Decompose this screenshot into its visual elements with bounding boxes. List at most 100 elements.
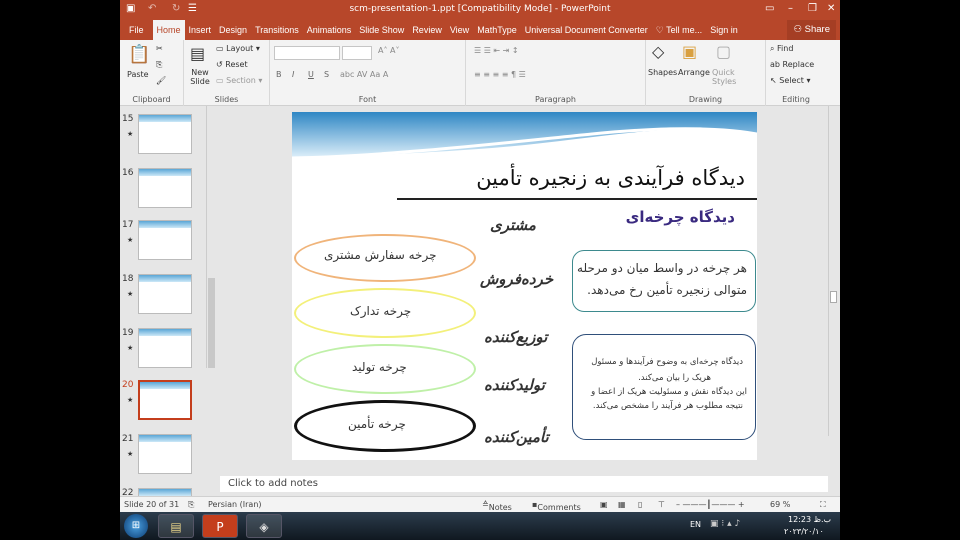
role-customer: مشتری bbox=[490, 216, 536, 234]
animation-star-icon: ★ bbox=[127, 290, 134, 298]
comments-label: Comments bbox=[537, 503, 581, 512]
zoom-level[interactable]: 69 % bbox=[770, 500, 790, 509]
share-button[interactable]: ⚇ Share bbox=[787, 20, 836, 40]
notes-label: Notes bbox=[488, 503, 512, 512]
tab-file[interactable]: File bbox=[120, 20, 153, 40]
tab-home[interactable]: Home bbox=[152, 20, 185, 40]
normal-view-icon[interactable]: ▣ bbox=[600, 500, 608, 509]
powerpoint-taskbar-icon[interactable]: P bbox=[202, 514, 238, 538]
reading-view-icon[interactable]: ▯ bbox=[638, 500, 642, 509]
font-grow-icon[interactable]: A˄ A˅ bbox=[378, 46, 400, 55]
notes-button[interactable]: ≙ Notes bbox=[482, 500, 512, 512]
replace-button[interactable]: ab Replace bbox=[770, 60, 814, 69]
slide-canvas[interactable]: دیدگاه فرآیندی به زنجیره تأمین دیدگاه چر… bbox=[292, 112, 757, 460]
thumbnail-number: 19 bbox=[122, 328, 134, 338]
slide-thumbnail[interactable] bbox=[138, 168, 192, 208]
tab-animations[interactable]: Animations bbox=[303, 20, 356, 40]
align-icons[interactable]: ≡ ≡ ≡ ≡ ¶ ☰ bbox=[474, 70, 526, 79]
cut-icon[interactable]: ✂ bbox=[156, 44, 163, 53]
italic-button[interactable]: I bbox=[292, 70, 294, 79]
start-button[interactable]: ⊞ bbox=[124, 514, 148, 538]
tab-udc[interactable]: Universal Document Converter bbox=[521, 20, 652, 40]
tab-mathtype[interactable]: MathType bbox=[473, 20, 521, 40]
arrange-button[interactable]: Arrange bbox=[678, 68, 710, 77]
layout-button[interactable]: ▭ Layout ▾ bbox=[216, 44, 260, 53]
slide-thumbnail[interactable] bbox=[138, 380, 192, 420]
arrange-icon[interactable]: ▣ bbox=[682, 42, 697, 61]
shapes-button[interactable]: Shapes bbox=[648, 68, 677, 77]
tab-design[interactable]: Design bbox=[215, 20, 251, 40]
section-label: Section bbox=[226, 76, 256, 85]
fit-slide-icon[interactable]: ⛶ bbox=[820, 500, 826, 510]
underline-button[interactable]: U bbox=[308, 70, 314, 79]
thumbnail-number: 21 bbox=[122, 434, 134, 444]
slide-thumbnail[interactable] bbox=[138, 274, 192, 314]
callout2-line1: دیدگاه چرخه‌ای به وضوح فرآیندها و مسئول bbox=[591, 357, 743, 367]
slideshow-icon[interactable]: ⊤ bbox=[658, 500, 665, 509]
select-button[interactable]: ↖ Select ▾ bbox=[770, 76, 811, 85]
layout-label: Layout bbox=[226, 44, 254, 53]
slide-title: دیدگاه فرآیندی به زنجیره تأمین bbox=[476, 166, 745, 190]
person-icon: ⚇ bbox=[793, 24, 805, 35]
status-bar: Slide 20 of 31 ⎘ Persian (Iran) ≙ Notes … bbox=[120, 496, 840, 512]
sign-in-link[interactable]: Sign in bbox=[706, 20, 742, 40]
tray-icons[interactable]: ▣ ⁝ ▴ ♪ bbox=[710, 519, 740, 529]
slide-thumbnail[interactable] bbox=[138, 220, 192, 260]
comments-button[interactable]: ▪ Comments bbox=[532, 500, 581, 512]
tab-review[interactable]: Review bbox=[408, 20, 446, 40]
find-button[interactable]: ⌕ Find bbox=[770, 44, 793, 54]
close-button[interactable]: ✕ bbox=[827, 3, 835, 14]
slide-subtitle: دیدگاه چرخه‌ای bbox=[625, 208, 735, 226]
zoom-slider[interactable]: – ———┃——— + bbox=[676, 500, 745, 509]
font-name-dropdown[interactable] bbox=[274, 46, 340, 60]
spellcheck-icon[interactable]: ⎘ bbox=[188, 500, 194, 510]
clock-time[interactable]: 12:23 ب.ظ bbox=[788, 515, 831, 524]
input-language[interactable]: EN bbox=[690, 520, 701, 529]
new-slide-icon[interactable]: ▤ bbox=[190, 44, 205, 63]
paste-icon[interactable]: 📋 bbox=[128, 44, 150, 65]
paste-button[interactable]: Paste bbox=[127, 70, 149, 79]
font-size-dropdown[interactable] bbox=[342, 46, 372, 60]
tab-slide-show[interactable]: Slide Show bbox=[355, 20, 408, 40]
select-label: Select bbox=[779, 76, 804, 85]
shadow-button[interactable]: S bbox=[324, 70, 329, 79]
slide-thumbnail[interactable] bbox=[138, 434, 192, 474]
tab-view[interactable]: View bbox=[446, 20, 473, 40]
list-icons[interactable]: ☰ ☰ ⇤ ⇥ ↕ bbox=[474, 46, 519, 55]
thumbnail-scrollbar[interactable] bbox=[206, 106, 216, 368]
slide-scroll-thumb[interactable] bbox=[830, 291, 837, 303]
tell-me-search[interactable]: ♡ Tell me... bbox=[652, 20, 706, 40]
quick-styles-button[interactable]: Quick Styles bbox=[712, 68, 740, 86]
thumbnail-scroll-thumb[interactable] bbox=[208, 278, 215, 368]
slide-thumbnail[interactable] bbox=[138, 114, 192, 154]
shapes-icon[interactable]: ◇ bbox=[652, 42, 664, 61]
slides-label: Slides bbox=[214, 95, 239, 104]
thumbnail-number: 16 bbox=[122, 168, 134, 178]
quick-styles-icon[interactable]: ▢ bbox=[716, 42, 731, 61]
minimize-button[interactable]: – bbox=[788, 3, 793, 14]
animation-star-icon: ★ bbox=[127, 130, 134, 138]
language-indicator[interactable]: Persian (Iran) bbox=[208, 500, 262, 509]
maximize-button[interactable]: ❐ bbox=[808, 3, 817, 14]
clock-date[interactable]: ۲۰۲۳/۲۰/۱۰ bbox=[784, 527, 824, 536]
tell-me-label: Tell me... bbox=[666, 25, 703, 35]
reset-button[interactable]: ↺ Reset bbox=[216, 60, 248, 69]
explorer-taskbar-icon[interactable]: ▤ bbox=[158, 514, 194, 538]
tab-transitions[interactable]: Transitions bbox=[251, 20, 303, 40]
tab-insert[interactable]: Insert bbox=[185, 20, 216, 40]
thumbnail-number: 20 bbox=[122, 380, 134, 390]
bold-button[interactable]: B bbox=[276, 70, 282, 79]
section-button[interactable]: ▭ Section ▾ bbox=[216, 76, 262, 85]
recorder-taskbar-icon[interactable]: ◈ bbox=[246, 514, 282, 538]
slide-thumbnail[interactable] bbox=[138, 328, 192, 368]
new-slide-button[interactable]: New Slide bbox=[186, 68, 214, 86]
format-painter-icon[interactable]: 🖌 bbox=[156, 76, 166, 85]
paragraph-group: ☰ ☰ ⇤ ⇥ ↕ ≡ ≡ ≡ ≡ ¶ ☰ Paragraph bbox=[466, 40, 646, 106]
ribbon-display-icon[interactable]: ▭ bbox=[765, 3, 774, 14]
font-more-icons[interactable]: abc AV Aa A bbox=[340, 70, 388, 79]
slide-sorter-icon[interactable]: ▦ bbox=[618, 500, 626, 509]
animation-star-icon: ★ bbox=[127, 344, 134, 352]
notes-pane[interactable]: Click to add notes bbox=[220, 476, 828, 492]
slide-scrollbar[interactable] bbox=[828, 106, 838, 436]
copy-icon[interactable]: ⎘ bbox=[156, 60, 162, 70]
